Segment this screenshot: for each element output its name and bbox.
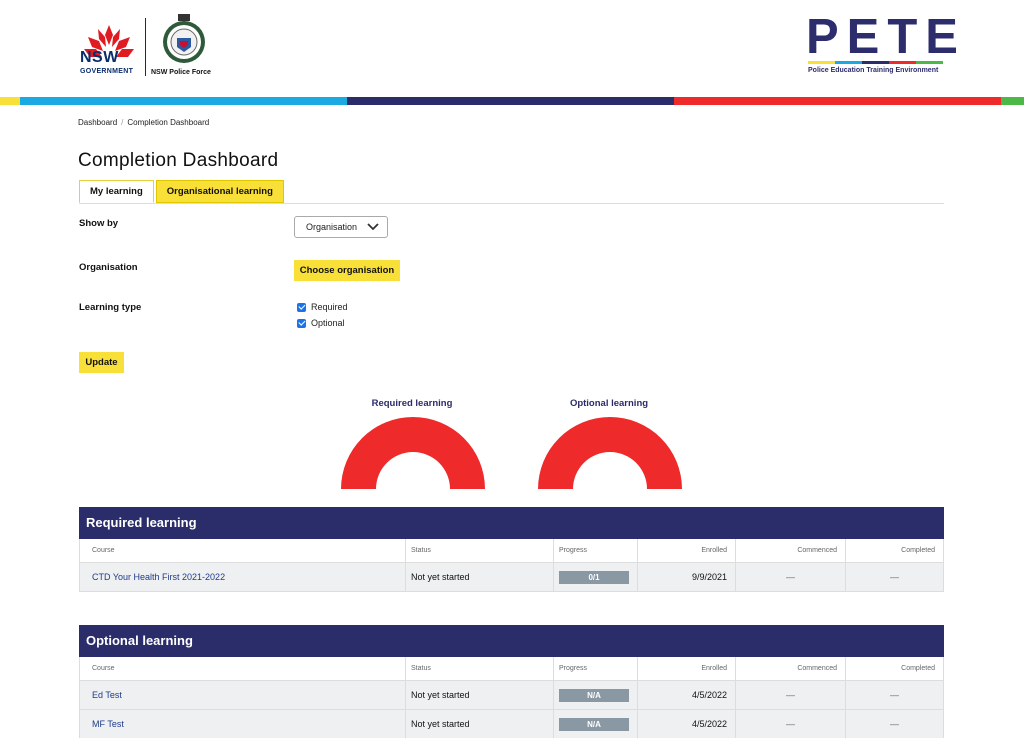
commenced-cell: —	[736, 681, 846, 709]
update-button[interactable]: Update	[79, 352, 124, 373]
enrolled-date: 4/5/2022	[691, 719, 727, 729]
column-header-enrolled: Enrolled	[638, 539, 736, 562]
commenced-cell: —	[736, 710, 846, 738]
completed-cell: —	[890, 572, 899, 582]
pete-logo-stripe	[808, 61, 943, 64]
column-header-course: Course	[80, 657, 406, 680]
learning-type-label: Learning type	[79, 302, 142, 313]
column-header-enrolled: Enrolled	[638, 657, 736, 680]
status-text: Not yet started	[411, 572, 470, 582]
progress-cell: N/A	[554, 710, 638, 738]
show-by-selected-value: Organisation	[306, 222, 358, 232]
completed-cell: —	[890, 690, 899, 700]
progress-bar: 0/1	[559, 570, 629, 584]
required-checkbox-label: Required	[311, 302, 348, 312]
required-chart-title: Required learning	[371, 398, 453, 409]
optional-chart-title: Optional learning	[569, 398, 649, 409]
course-link[interactable]: MF Test	[92, 719, 124, 729]
organisation-label: Organisation	[79, 262, 138, 273]
optional-learning-table: Optional learning Course Status Progress…	[79, 625, 944, 738]
enrolled-cell: 9/9/2021	[638, 563, 736, 591]
commenced-cell: —	[736, 563, 846, 591]
table-row: Ed Test Not yet started N/A 4/5/2022 — —	[79, 681, 944, 710]
column-header-completed: Completed	[901, 665, 935, 672]
column-header-course: Course	[80, 539, 406, 562]
status-cell: Not yet started	[406, 681, 554, 709]
optional-checkbox-row[interactable]: Optional	[297, 318, 345, 328]
optional-checkbox[interactable]	[297, 318, 306, 328]
enrolled-cell: 4/5/2022	[638, 710, 736, 738]
pete-logo-title: PETE	[806, 10, 966, 64]
optional-checkbox-label: Optional	[311, 318, 345, 328]
required-learning-gauge	[341, 417, 485, 489]
breadcrumb-dashboard-link[interactable]: Dashboard	[78, 118, 117, 127]
police-crest-icon	[163, 14, 205, 63]
required-table-header-row: Course Status Progress Enrolled Commence…	[79, 539, 944, 563]
chevron-down-icon	[367, 223, 379, 231]
column-header-commenced: Commenced	[736, 657, 846, 680]
column-header-progress: Progress	[554, 657, 638, 680]
course-cell: Ed Test	[80, 681, 406, 709]
column-header-status: Status	[406, 657, 554, 680]
required-gauge-arc	[341, 417, 485, 489]
logo-divider	[145, 18, 146, 76]
site-header: NSW GOVERNMENT NSW Police Force PETE Pol…	[0, 0, 1024, 97]
show-by-label: Show by	[79, 218, 119, 229]
status-cell: Not yet started	[406, 563, 554, 591]
column-header-status: Status	[406, 539, 554, 562]
column-header-commenced: Commenced	[736, 539, 846, 562]
enrolled-date: 9/9/2021	[691, 572, 727, 582]
progress-bar: N/A	[559, 717, 629, 731]
tab-my-learning[interactable]: My learning	[79, 180, 154, 203]
column-header-completed: Completed	[901, 547, 935, 554]
optional-learning-gauge	[538, 417, 682, 489]
tab-bar: My learning Organisational learning	[79, 180, 286, 203]
progress-cell: N/A	[554, 681, 638, 709]
police-force-text: NSW Police Force	[151, 69, 211, 76]
optional-gauge-arc	[538, 417, 682, 489]
enrolled-cell: 4/5/2022	[638, 681, 736, 709]
column-header-progress: Progress	[554, 539, 638, 562]
breadcrumb-current: Completion Dashboard	[127, 118, 210, 127]
table-row: CTD Your Health First 2021-2022 Not yet …	[79, 563, 944, 592]
optional-table-header-row: Course Status Progress Enrolled Commence…	[79, 657, 944, 681]
nsw-wordmark: NSW	[80, 49, 119, 66]
optional-table-title: Optional learning	[79, 625, 944, 657]
course-link[interactable]: Ed Test	[92, 690, 122, 700]
breadcrumb: Dashboard / Completion Dashboard	[78, 118, 209, 127]
breadcrumb-separator: /	[121, 118, 124, 127]
pete-logo-subtitle: Police Education Training Environment	[808, 67, 939, 74]
required-checkbox[interactable]	[297, 302, 306, 312]
page-title: Completion Dashboard	[78, 150, 279, 171]
progress-cell: 0/1	[554, 563, 638, 591]
status-text: Not yet started	[411, 690, 470, 700]
table-row: MF Test Not yet started N/A 4/5/2022 — —	[79, 710, 944, 738]
required-checkbox-row[interactable]: Required	[297, 302, 348, 312]
tab-organisational-learning[interactable]: Organisational learning	[155, 180, 284, 203]
course-link[interactable]: CTD Your Health First 2021-2022	[92, 572, 225, 582]
status-text: Not yet started	[411, 719, 470, 729]
choose-organisation-button[interactable]: Choose organisation	[294, 260, 400, 281]
progress-bar: N/A	[559, 688, 629, 702]
show-by-select[interactable]: Organisation	[294, 216, 388, 238]
required-table-title: Required learning	[79, 507, 944, 539]
header-color-bar	[0, 97, 1024, 105]
status-cell: Not yet started	[406, 710, 554, 738]
course-cell: MF Test	[80, 710, 406, 738]
enrolled-date: 4/5/2022	[691, 690, 727, 700]
nsw-government-text: GOVERNMENT	[80, 68, 134, 75]
course-cell: CTD Your Health First 2021-2022	[80, 563, 406, 591]
tabs-divider	[79, 203, 944, 204]
completed-cell: —	[890, 719, 899, 729]
required-learning-table: Required learning Course Status Progress…	[79, 507, 944, 592]
